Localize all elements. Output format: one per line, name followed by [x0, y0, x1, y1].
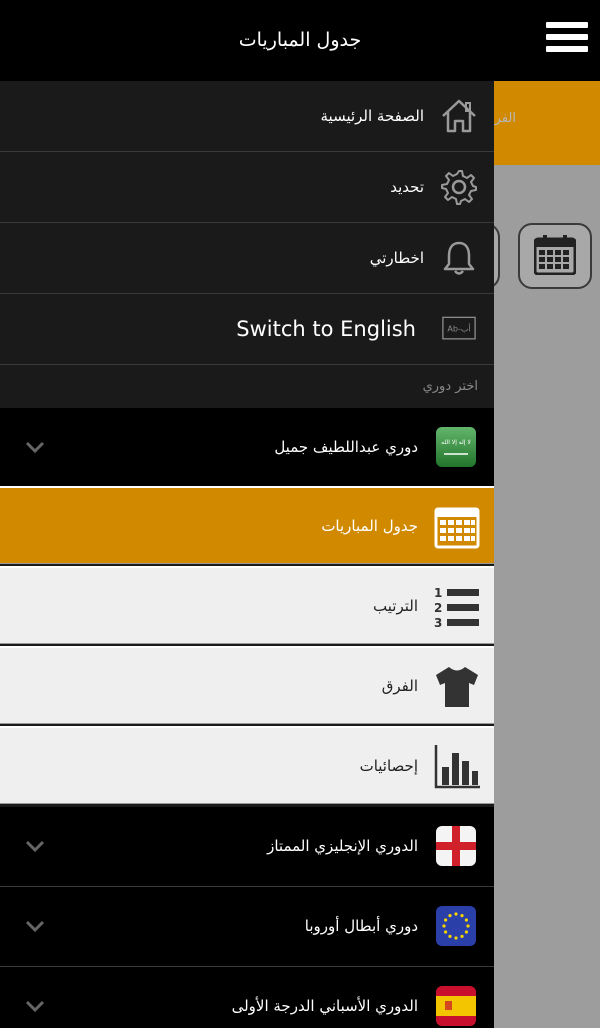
submenu-item-teams[interactable]: الفرق: [0, 646, 494, 724]
menu-item-label: اخطارتي: [369, 249, 424, 267]
submenu-label: الترتيب: [373, 597, 418, 615]
shirt-icon: [436, 667, 478, 707]
league-item-champions-league[interactable]: دوري أبطال أوروبا: [0, 887, 494, 967]
league-label: الدوري الأسباني الدرجة الأولى: [231, 997, 418, 1015]
chevron-down-icon[interactable]: [24, 997, 46, 1015]
spain-flag-icon: [436, 986, 476, 1026]
menu-item-label: تحديد: [390, 178, 424, 196]
page-title: جدول المباريات: [238, 29, 362, 51]
svg-text:1: 1: [434, 586, 442, 600]
background-content: [494, 165, 600, 1028]
menu-item-switch-language[interactable]: Switch to English Ab-أب: [0, 294, 494, 365]
bell-icon: [443, 241, 475, 275]
background-tab-label: الفر: [494, 111, 516, 126]
navigation-drawer: الصفحة الرئيسية تحديد اخطارتي Switch to …: [0, 81, 494, 1028]
svg-text:3: 3: [434, 616, 442, 629]
language-icon: Ab-أب: [442, 316, 476, 340]
svg-text:2: 2: [434, 601, 442, 615]
submenu-label: إحصائيات: [359, 757, 418, 775]
hamburger-icon[interactable]: [546, 22, 588, 58]
chevron-down-icon[interactable]: [24, 917, 46, 935]
gear-icon: [441, 170, 477, 205]
england-flag-icon: [436, 826, 476, 866]
menu-item-home[interactable]: الصفحة الرئيسية: [0, 81, 494, 152]
bar-chart-icon: [434, 745, 480, 789]
league-label: دوري أبطال أوروبا: [304, 917, 418, 935]
svg-text:لا إله إلا الله: لا إله إلا الله: [441, 439, 471, 446]
submenu-item-statistics[interactable]: إحصائيات: [0, 726, 494, 804]
submenu-item-fixtures[interactable]: جدول المباريات: [0, 486, 494, 564]
menu-item-label: الصفحة الرئيسية: [320, 107, 425, 125]
submenu-item-standings[interactable]: الترتيب 1 2 3: [0, 566, 494, 644]
calendar-icon: [434, 507, 480, 549]
submenu-label: جدول المباريات: [321, 517, 418, 535]
background-tab-bar: الفر: [494, 81, 600, 165]
section-label: اختر دوري: [422, 379, 478, 394]
eu-flag-icon: [436, 906, 476, 946]
calendar-icon: [534, 235, 576, 275]
background-calendar-button[interactable]: [518, 223, 592, 289]
league-item-spain[interactable]: الدوري الأسباني الدرجة الأولى: [0, 967, 494, 1028]
league-item-england[interactable]: الدوري الإنجليزي الممتاز: [0, 807, 494, 887]
menu-item-notifications[interactable]: اخطارتي: [0, 223, 494, 294]
league-item-saudi[interactable]: دوري عبداللطيف جميل لا إله إلا الله: [0, 408, 494, 488]
section-choose-league: اختر دوري: [0, 366, 494, 408]
top-bar: جدول المباريات: [0, 0, 600, 81]
menu-item-label: Switch to English: [236, 317, 416, 341]
svg-text:Ab-أب: Ab-أب: [447, 324, 470, 334]
background-page: الفر: [484, 81, 600, 1028]
chevron-down-icon[interactable]: [24, 837, 46, 855]
saudi-flag-icon: لا إله إلا الله: [436, 427, 476, 467]
league-label: دوري عبداللطيف جميل: [274, 438, 418, 456]
league-label: الدوري الإنجليزي الممتاز: [267, 837, 418, 855]
chevron-down-icon[interactable]: [24, 438, 46, 456]
menu-item-settings[interactable]: تحديد: [0, 152, 494, 223]
submenu-label: الفرق: [381, 677, 418, 695]
ranking-list-icon: 1 2 3: [434, 586, 479, 629]
home-icon: [442, 99, 476, 133]
